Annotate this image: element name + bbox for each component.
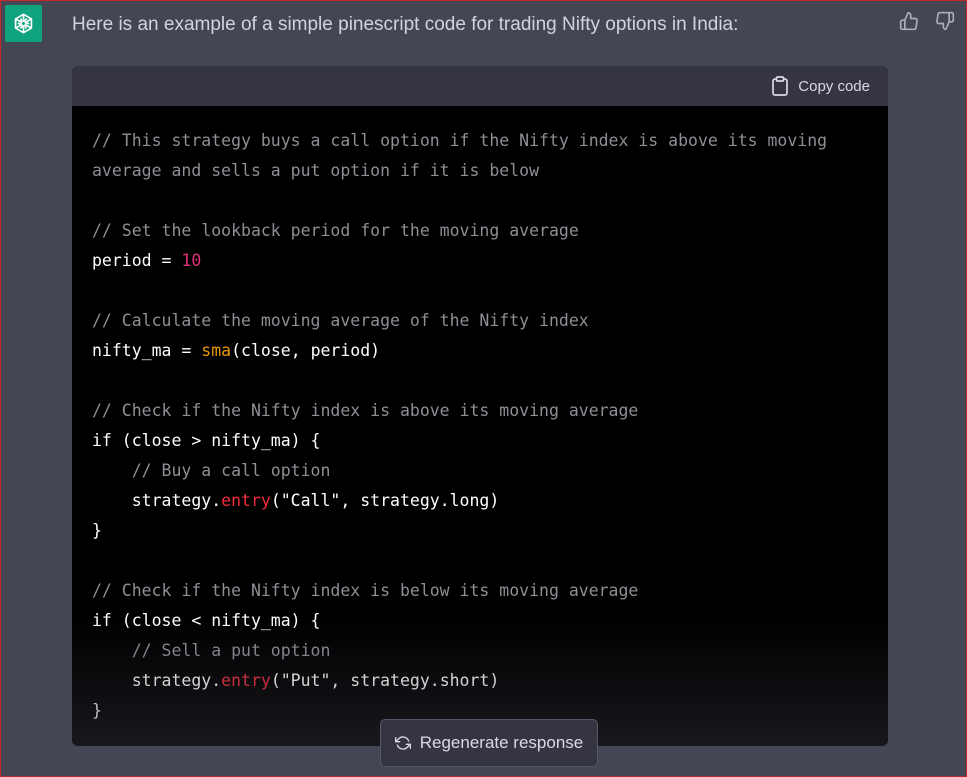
code-token: ("Put", strategy.short)	[270, 671, 500, 690]
code-token: }	[92, 701, 102, 720]
code-block-header: Copy code	[72, 66, 888, 106]
code-token: strategy.	[92, 491, 222, 510]
code-token: 10	[181, 251, 202, 270]
code-token: (close, period)	[231, 341, 381, 360]
code-token: strategy.	[92, 671, 222, 690]
code-line: // Sell a put option	[92, 636, 868, 666]
code-token: nifty_ma =	[92, 341, 202, 360]
code-token: entry	[221, 491, 271, 510]
code-block: Copy code // This strategy buys a call o…	[72, 66, 888, 746]
code-token: // Sell a put option	[92, 641, 331, 660]
copy-code-label: Copy code	[798, 77, 870, 95]
code-line: // Check if the Nifty index is below its…	[92, 576, 868, 606]
code-token: // Buy a call option	[92, 461, 331, 480]
code-line: if (close < nifty_ma) {	[92, 606, 868, 636]
regenerate-response-button[interactable]: Regenerate response	[380, 719, 598, 767]
thumbs-down-icon	[936, 11, 955, 31]
code-token: sma	[201, 341, 232, 360]
assistant-message-intro: Here is an example of a simple pinescrip…	[72, 14, 739, 35]
code-line: strategy.entry("Put", strategy.short)	[92, 666, 868, 696]
feedback-controls	[898, 10, 956, 32]
code-token: // Set the lookback period for the movin…	[92, 221, 579, 240]
code-token: if (close > nifty_ma) {	[92, 431, 321, 450]
code-line: }	[92, 516, 868, 546]
code-line: nifty_ma = sma(close, period)	[92, 336, 868, 366]
code-line: strategy.entry("Call", strategy.long)	[92, 486, 868, 516]
code-line: // Check if the Nifty index is above its…	[92, 396, 868, 426]
code-line: average and sells a put option if it is …	[92, 156, 868, 186]
code-line: // Calculate the moving average of the N…	[92, 306, 868, 336]
code-token: average and sells a put option if it is …	[92, 161, 540, 180]
code-token: // Calculate the moving average of the N…	[92, 311, 589, 330]
code-line: // Set the lookback period for the movin…	[92, 216, 868, 246]
code-line: period = 10	[92, 246, 868, 276]
code-token: // Check if the Nifty index is below its…	[92, 581, 639, 600]
code-token: period =	[92, 251, 182, 270]
code-line: if (close > nifty_ma) {	[92, 426, 868, 456]
code-line: // Buy a call option	[92, 456, 868, 486]
code-token: ("Call", strategy.long)	[270, 491, 500, 510]
code-token: }	[92, 521, 102, 540]
code-content: // This strategy buys a call option if t…	[72, 106, 888, 726]
thumbs-up-button[interactable]	[898, 10, 920, 32]
assistant-avatar	[5, 5, 42, 42]
code-line: // This strategy buys a call option if t…	[92, 126, 868, 156]
openai-logo-icon	[14, 13, 33, 34]
thumbs-down-button[interactable]	[934, 10, 956, 32]
clipboard-icon	[772, 76, 789, 96]
regenerate-response-label: Regenerate response	[419, 733, 584, 752]
copy-code-button[interactable]: Copy code	[771, 76, 870, 96]
code-token: // This strategy buys a call option if t…	[92, 131, 828, 150]
code-token: if (close < nifty_ma) {	[92, 611, 321, 630]
refresh-icon	[394, 736, 411, 750]
thumbs-up-icon	[899, 11, 918, 31]
code-token: entry	[221, 671, 271, 690]
code-token: // Check if the Nifty index is above its…	[92, 401, 639, 420]
